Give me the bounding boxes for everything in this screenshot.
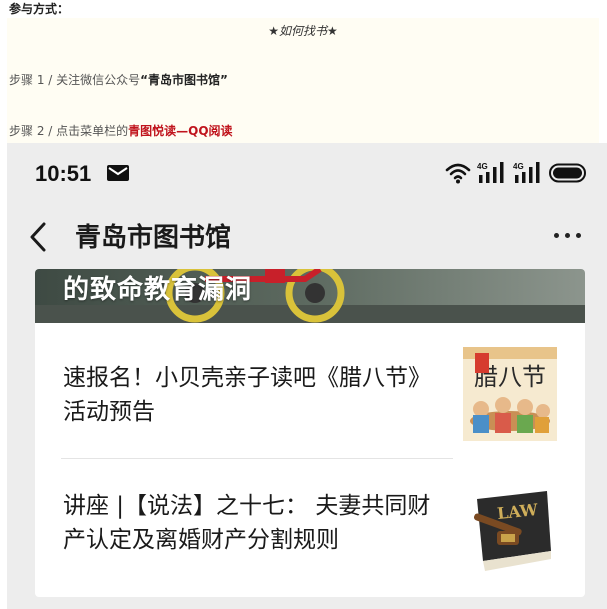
back-arrow-icon[interactable] [27, 220, 49, 258]
nav-bar: 青岛市图书馆 [7, 205, 607, 269]
article-list-card: 的致命教育漏洞 速报名！小贝壳亲子读吧《腊八节》活动预告 腊八节 讲座 |【说法… [35, 269, 585, 597]
status-time: 10:51 [35, 161, 92, 186]
article-item[interactable]: 速报名！小贝壳亲子读吧《腊八节》活动预告 腊八节 [35, 323, 585, 459]
battery-icon [549, 163, 587, 187]
banner-headline: 的致命教育漏洞 [63, 275, 253, 305]
status-indicators: 4G 4G [445, 161, 587, 189]
status-bar: 10:51 4G 4G [7, 143, 607, 205]
article-item[interactable]: 讲座 |【说法】之十七： 夫妻共同财产认定及离婚财产分割规则 LAW [35, 459, 585, 597]
instructions-box: ★如何找书★ 步骤 1 / 关注微信公众号“青岛市图书馆” 步骤 2 / 点击菜… [7, 18, 599, 143]
banner-image[interactable]: 的致命教育漏洞 [35, 269, 585, 323]
step-1-text: 步骤 1 / 关注微信公众号 [9, 73, 141, 87]
signal-icon-1: 4G [477, 161, 507, 189]
step-1-highlight: “青岛市图书馆” [140, 73, 228, 87]
step-1: 步骤 1 / 关注微信公众号“青岛市图书馆” [9, 71, 228, 88]
step-2-highlight: 青图悦读—QQ阅读 [128, 124, 233, 138]
laba-book-thumbnail[interactable]: 腊八节 [463, 347, 557, 441]
article-section: 参与方式： ★如何找书★ 步骤 1 / 关注微信公众号“青岛市图书馆” 步骤 2… [0, 0, 607, 143]
article-title[interactable]: 速报名！小贝壳亲子读吧《腊八节》活动预告 [63, 361, 433, 429]
signal-icon-2: 4G [513, 161, 543, 189]
phone-screenshot: 10:51 4G 4G 青岛市图书馆 的致命教育漏洞 速报名！小贝壳亲子读吧《腊… [7, 143, 607, 609]
how-to-heading: ★如何找书★ [268, 24, 338, 38]
more-options-icon[interactable] [554, 233, 581, 238]
network-label-2: 4G [513, 162, 524, 171]
article-title[interactable]: 讲座 |【说法】之十七： 夫妻共同财产认定及离婚财产分割规则 [63, 489, 433, 557]
wifi-icon [445, 162, 471, 188]
mail-icon [107, 165, 129, 185]
step-2-text: 步骤 2 / 点击菜单栏的 [9, 124, 129, 138]
network-label-1: 4G [477, 162, 488, 171]
law-book-thumbnail[interactable]: LAW [463, 481, 557, 575]
account-title: 青岛市图书馆 [75, 223, 232, 253]
intro-label: 参与方式： [9, 2, 70, 16]
step-2: 步骤 2 / 点击菜单栏的青图悦读—QQ阅读 [9, 122, 233, 139]
